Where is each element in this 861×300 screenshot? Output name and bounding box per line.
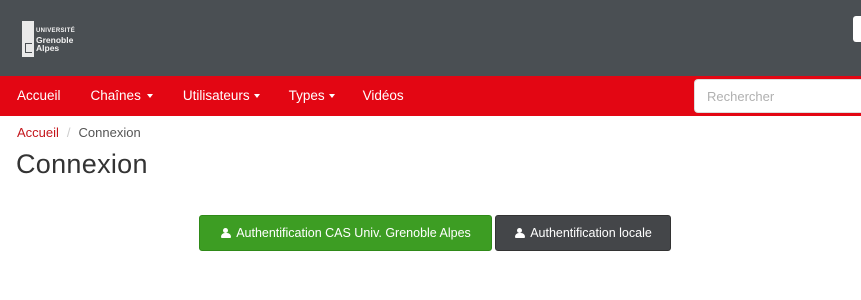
nav-item-label: Chaînes xyxy=(90,88,141,103)
chevron-down-icon xyxy=(253,94,260,99)
top-header: UNIVERSITÉ Grenoble Alpes xyxy=(0,0,861,76)
nav-item-label: Types xyxy=(288,88,325,103)
local-login-button[interactable]: Authentification locale xyxy=(495,215,671,251)
page-title: Connexion xyxy=(16,149,148,179)
nav-item-utilisateurs[interactable]: Utilisateurs xyxy=(183,76,260,116)
breadcrumb: Accueil / Connexion xyxy=(17,125,141,140)
cas-login-button[interactable]: Authentification CAS Univ. Grenoble Alpe… xyxy=(199,215,492,251)
nav-item-label: Accueil xyxy=(17,88,61,103)
user-icon xyxy=(220,227,231,239)
chevron-down-icon xyxy=(146,94,153,99)
breadcrumb-home-link[interactable]: Accueil xyxy=(17,125,59,140)
university-logo[interactable]: UNIVERSITÉ Grenoble Alpes xyxy=(22,21,80,61)
breadcrumb-current: Connexion xyxy=(78,125,141,140)
breadcrumb-separator: / xyxy=(66,125,71,140)
nav-item-label: Vidéos xyxy=(362,88,404,103)
nav-item-label: Utilisateurs xyxy=(182,88,250,103)
header-user-button[interactable] xyxy=(853,16,861,42)
nav-item-videos[interactable]: Vidéos xyxy=(363,76,404,116)
nav-item-types[interactable]: Types xyxy=(289,76,335,116)
local-login-label: Authentification locale xyxy=(530,226,652,240)
logo-line-3: Alpes xyxy=(36,43,60,53)
search-input[interactable] xyxy=(694,79,861,113)
chevron-down-icon xyxy=(328,94,335,99)
cas-login-label: Authentification CAS Univ. Grenoble Alpe… xyxy=(236,226,471,240)
logo-mark-icon xyxy=(22,21,34,57)
nav-item-chaines[interactable]: Chaînes xyxy=(91,76,153,116)
logo-text: UNIVERSITÉ Grenoble Alpes xyxy=(36,21,75,52)
nav-item-accueil[interactable]: Accueil xyxy=(17,76,61,116)
user-icon xyxy=(514,227,525,239)
logo-line-1: UNIVERSITÉ xyxy=(36,28,76,34)
